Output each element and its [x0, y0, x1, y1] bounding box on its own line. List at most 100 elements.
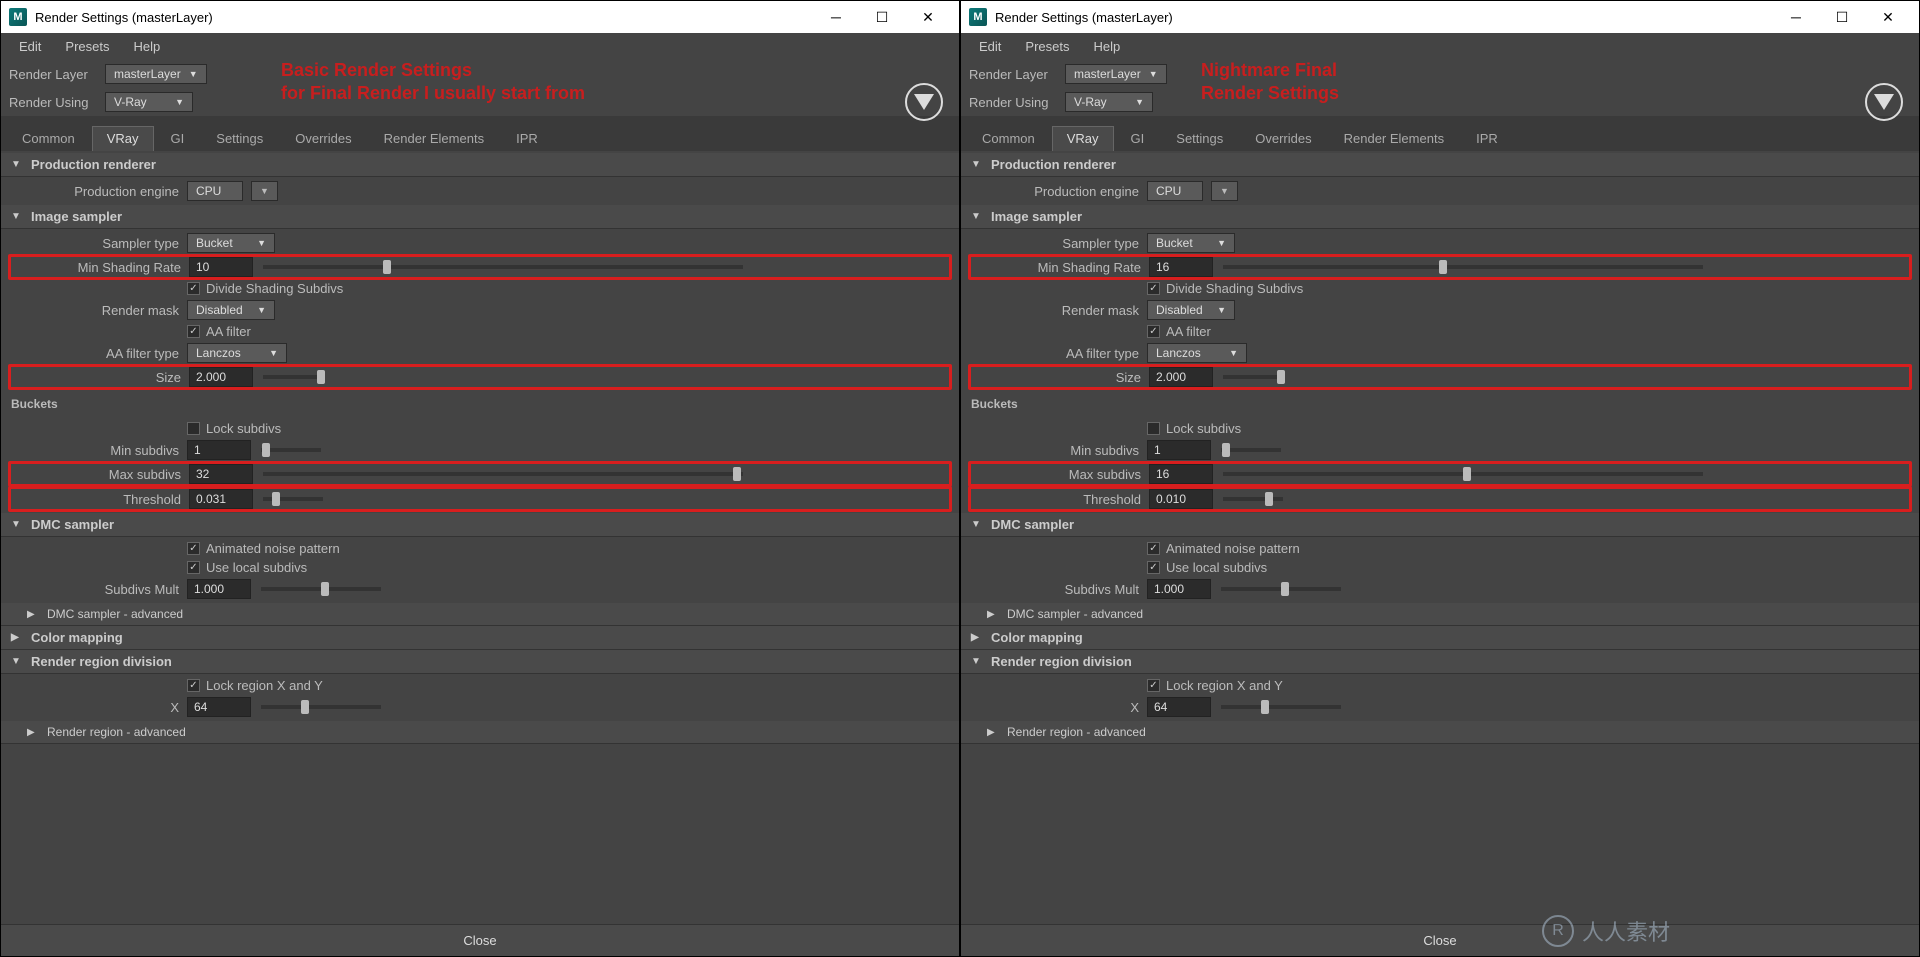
- tab-gi[interactable]: GI: [1116, 126, 1160, 151]
- aa-filter-type-dropdown[interactable]: Lanczos▼: [187, 343, 287, 363]
- subdivs-mult-slider[interactable]: [261, 587, 381, 591]
- lock-subdivs-checkbox[interactable]: [187, 422, 200, 435]
- tab-overrides[interactable]: Overrides: [280, 126, 366, 151]
- section-dmc-advanced[interactable]: ▶DMC sampler - advanced: [1, 603, 959, 626]
- min-shading-rate-slider[interactable]: [1223, 265, 1703, 269]
- render-mask-dropdown[interactable]: Disabled▼: [187, 300, 275, 320]
- lock-region-checkbox[interactable]: [187, 679, 200, 692]
- animated-noise-checkbox[interactable]: [187, 542, 200, 555]
- size-slider[interactable]: [1223, 375, 1283, 379]
- menu-edit[interactable]: Edit: [9, 37, 51, 56]
- section-color-mapping[interactable]: ▶Color mapping: [1, 626, 959, 650]
- divide-shading-checkbox[interactable]: [187, 282, 200, 295]
- section-dmc-advanced[interactable]: ▶DMC sampler - advanced: [961, 603, 1919, 626]
- close-window-button[interactable]: ✕: [905, 1, 951, 33]
- max-subdivs-input[interactable]: [1149, 464, 1213, 484]
- section-image-sampler[interactable]: ▼Image sampler: [961, 205, 1919, 229]
- subdivs-mult-input[interactable]: [1147, 579, 1211, 599]
- size-slider[interactable]: [263, 375, 323, 379]
- menu-presets[interactable]: Presets: [1015, 37, 1079, 56]
- tab-bar: Common VRay GI Settings Overrides Render…: [961, 126, 1919, 151]
- minimize-button[interactable]: ─: [1773, 1, 1819, 33]
- lock-region-checkbox[interactable]: [1147, 679, 1160, 692]
- x-slider[interactable]: [261, 705, 381, 709]
- use-local-subdivs-checkbox[interactable]: [1147, 561, 1160, 574]
- section-image-sampler[interactable]: ▼Image sampler: [1, 205, 959, 229]
- max-subdivs-input[interactable]: [189, 464, 253, 484]
- min-shading-rate-input[interactable]: [189, 257, 253, 277]
- maximize-button[interactable]: ☐: [1819, 1, 1865, 33]
- arrow-down-icon: ▼: [11, 159, 25, 170]
- arrow-down-icon: ▼: [971, 159, 985, 170]
- tab-ipr[interactable]: IPR: [501, 126, 553, 151]
- tab-vray[interactable]: VRay: [1052, 126, 1114, 151]
- production-engine-dropdown[interactable]: CPU: [187, 181, 243, 201]
- section-render-region[interactable]: ▼Render region division: [1, 650, 959, 674]
- close-button[interactable]: Close: [961, 924, 1919, 956]
- section-render-region[interactable]: ▼Render region division: [961, 650, 1919, 674]
- minimize-button[interactable]: ─: [813, 1, 859, 33]
- animated-noise-checkbox[interactable]: [1147, 542, 1160, 555]
- chevron-down-icon: ▼: [175, 97, 184, 107]
- subdivs-mult-slider[interactable]: [1221, 587, 1341, 591]
- subdivs-mult-input[interactable]: [187, 579, 251, 599]
- threshold-input[interactable]: [189, 489, 253, 509]
- threshold-slider[interactable]: [263, 497, 323, 501]
- size-input[interactable]: [189, 367, 253, 387]
- min-shading-rate-slider[interactable]: [263, 265, 743, 269]
- tab-overrides[interactable]: Overrides: [1240, 126, 1326, 151]
- threshold-slider[interactable]: [1223, 497, 1283, 501]
- sampler-type-dropdown[interactable]: Bucket▼: [187, 233, 275, 253]
- section-production-renderer[interactable]: ▼Production renderer: [961, 153, 1919, 177]
- section-production-renderer[interactable]: ▼Production renderer: [1, 153, 959, 177]
- tab-common[interactable]: Common: [967, 126, 1050, 151]
- tab-common[interactable]: Common: [7, 126, 90, 151]
- x-slider[interactable]: [1221, 705, 1341, 709]
- render-layer-dropdown[interactable]: masterLayer▼: [1065, 64, 1167, 84]
- menu-edit[interactable]: Edit: [969, 37, 1011, 56]
- tab-settings[interactable]: Settings: [1161, 126, 1238, 151]
- section-render-region-adv[interactable]: ▶Render region - advanced: [961, 721, 1919, 744]
- x-input[interactable]: [1147, 697, 1211, 717]
- tab-gi[interactable]: GI: [156, 126, 200, 151]
- threshold-input[interactable]: [1149, 489, 1213, 509]
- menu-help[interactable]: Help: [1083, 37, 1130, 56]
- render-mask-dropdown[interactable]: Disabled▼: [1147, 300, 1235, 320]
- x-input[interactable]: [187, 697, 251, 717]
- render-using-dropdown[interactable]: V-Ray▼: [105, 92, 193, 112]
- lock-subdivs-checkbox[interactable]: [1147, 422, 1160, 435]
- min-subdivs-input[interactable]: [187, 440, 251, 460]
- tab-vray[interactable]: VRay: [92, 126, 154, 151]
- menu-help[interactable]: Help: [123, 37, 170, 56]
- size-input[interactable]: [1149, 367, 1213, 387]
- tab-render-elements[interactable]: Render Elements: [1329, 126, 1459, 151]
- section-render-region-adv[interactable]: ▶Render region - advanced: [1, 721, 959, 744]
- aa-filter-checkbox[interactable]: [187, 325, 200, 338]
- aa-filter-type-dropdown[interactable]: Lanczos▼: [1147, 343, 1247, 363]
- render-layer-dropdown[interactable]: masterLayer▼: [105, 64, 207, 84]
- section-color-mapping[interactable]: ▶Color mapping: [961, 626, 1919, 650]
- min-subdivs-input[interactable]: [1147, 440, 1211, 460]
- chevron-down-icon[interactable]: ▼: [1211, 181, 1238, 201]
- section-dmc-sampler[interactable]: ▼DMC sampler: [1, 513, 959, 537]
- divide-shading-checkbox[interactable]: [1147, 282, 1160, 295]
- tab-settings[interactable]: Settings: [201, 126, 278, 151]
- close-window-button[interactable]: ✕: [1865, 1, 1911, 33]
- render-using-dropdown[interactable]: V-Ray▼: [1065, 92, 1153, 112]
- section-dmc-sampler[interactable]: ▼DMC sampler: [961, 513, 1919, 537]
- max-subdivs-slider[interactable]: [1223, 472, 1703, 476]
- aa-filter-checkbox[interactable]: [1147, 325, 1160, 338]
- min-shading-rate-input[interactable]: [1149, 257, 1213, 277]
- tab-render-elements[interactable]: Render Elements: [369, 126, 499, 151]
- production-engine-dropdown[interactable]: CPU: [1147, 181, 1203, 201]
- tab-ipr[interactable]: IPR: [1461, 126, 1513, 151]
- maximize-button[interactable]: ☐: [859, 1, 905, 33]
- sampler-type-dropdown[interactable]: Bucket▼: [1147, 233, 1235, 253]
- max-subdivs-slider[interactable]: [263, 472, 743, 476]
- use-local-subdivs-checkbox[interactable]: [187, 561, 200, 574]
- min-subdivs-slider[interactable]: [261, 448, 321, 452]
- chevron-down-icon[interactable]: ▼: [251, 181, 278, 201]
- menu-presets[interactable]: Presets: [55, 37, 119, 56]
- close-button[interactable]: Close: [1, 924, 959, 956]
- min-subdivs-slider[interactable]: [1221, 448, 1281, 452]
